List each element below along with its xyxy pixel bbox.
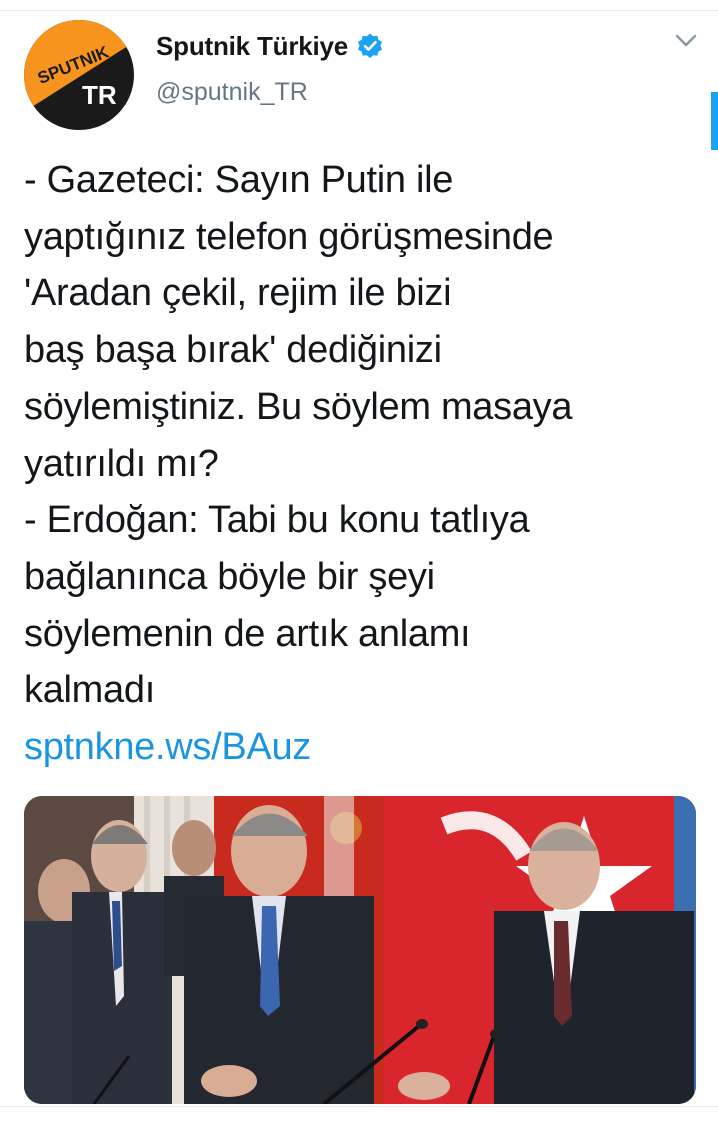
tweet-text-line: yaptığınız telefon görüşmesinde <box>24 215 554 258</box>
author-display-name[interactable]: Sputnik Türkiye <box>156 31 348 62</box>
author-handle[interactable]: @sputnik_TR <box>156 78 308 107</box>
verified-badge-icon <box>356 32 384 60</box>
tweet-text-line: söylemenin de artık anlamı <box>24 612 471 655</box>
tweet-photo[interactable] <box>24 796 696 1104</box>
tweet-text-line: bağlanınca böyle bir şeyi <box>24 555 435 598</box>
tweet-text-line: - Gazeteci: Sayın Putin ile <box>24 159 454 201</box>
bottom-divider <box>0 1106 718 1107</box>
tweet-text: - Gazeteci: Sayın Putin ile yaptığınız t… <box>24 152 704 776</box>
tweet-text-line: kalmadı <box>24 669 155 712</box>
tweet-text-line: söylemiştiniz. Bu söylem masaya <box>24 385 573 428</box>
tweet-link[interactable]: sptnkne.ws/BAuz <box>24 719 704 776</box>
tweet-text-line: 'Aradan çekil, rejim ile bizi <box>24 272 452 315</box>
author-name-row[interactable]: Sputnik Türkiye <box>156 28 384 64</box>
tweet-text-line: - Erdoğan: Tabi bu konu tatlıya <box>24 499 530 542</box>
avatar-logo-bottom: TR <box>82 80 117 110</box>
scroll-indicator <box>711 92 718 150</box>
chevron-down-icon[interactable] <box>674 32 698 50</box>
avatar[interactable]: SPUTNIK TR <box>24 20 134 130</box>
tweet-text-line: baş başa bırak' dediğinizi <box>24 329 442 372</box>
tweet-card[interactable]: SPUTNIK TR Sputnik Türkiye @sputnik_TR -… <box>0 0 718 1141</box>
tweet-text-line: yatırıldı mı? <box>24 442 219 485</box>
